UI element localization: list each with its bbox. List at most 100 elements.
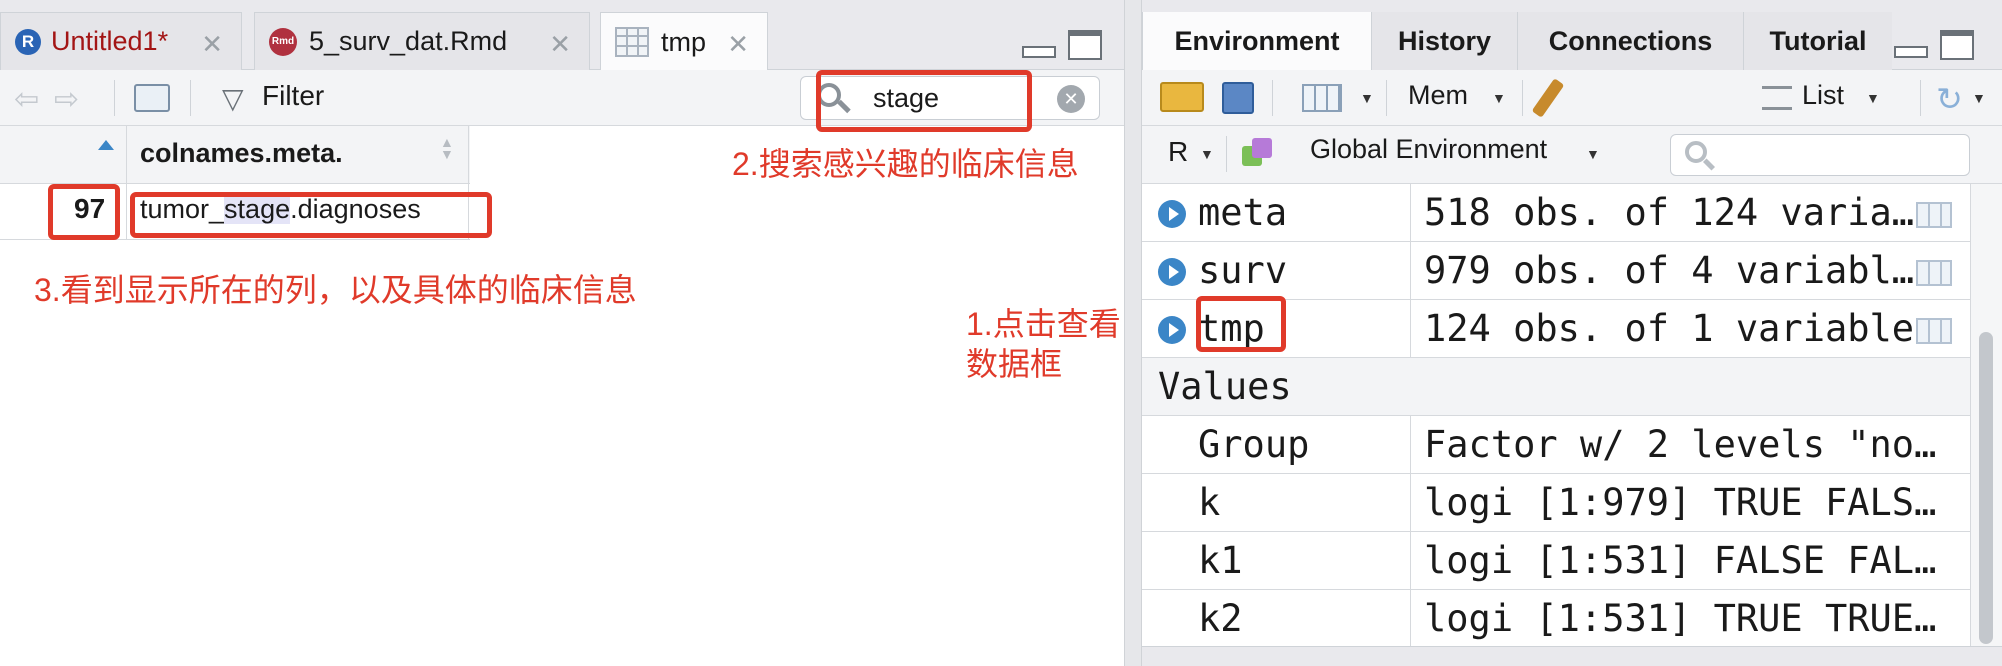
- annotation-box-cell-value: [130, 192, 492, 238]
- tab-5-surv-dat-rmd[interactable]: Rmd 5_surv_dat.Rmd ✕: [254, 12, 590, 70]
- annotation-box-tmp: [1196, 296, 1286, 352]
- annotation-step1-line2: 数据框: [966, 346, 1063, 382]
- table-icon: [615, 27, 649, 57]
- view-table-icon[interactable]: [1916, 260, 1952, 286]
- environment-data-row[interactable]: meta 518 obs. of 124 varia…: [1142, 184, 1970, 242]
- environment-value-row[interactable]: k1 logi [1:531] FALSE FAL…: [1142, 532, 1970, 590]
- environment-value-row[interactable]: k logi [1:979] TRUE FALS…: [1142, 474, 1970, 532]
- object-name: Group: [1198, 423, 1310, 466]
- environment-value-row[interactable]: k2 logi [1:531] TRUE TRUE…: [1142, 590, 1970, 648]
- list-view-icon[interactable]: [1762, 86, 1792, 110]
- column-separator: [468, 126, 469, 184]
- tab-label: tmp: [661, 26, 707, 57]
- save-icon[interactable]: [1222, 82, 1254, 114]
- tab-label: Environment: [1174, 25, 1340, 56]
- object-summary: logi [1:979] TRUE FALS…: [1424, 481, 1937, 524]
- import-dataset-icon[interactable]: [1302, 84, 1342, 112]
- values-section-header: Values: [1142, 358, 1970, 416]
- object-name[interactable]: meta: [1198, 191, 1287, 234]
- view-mode-label[interactable]: List: [1802, 80, 1844, 111]
- chevron-down-icon[interactable]: ▼: [1866, 90, 1880, 106]
- object-name: k: [1198, 481, 1221, 524]
- column-separator: [1410, 300, 1411, 358]
- forward-arrow-icon[interactable]: ⇨: [54, 82, 79, 117]
- column-separator: [1410, 474, 1411, 532]
- annotation-step2: 2.搜索感兴趣的临床信息: [732, 146, 1079, 182]
- tab-tutorial[interactable]: Tutorial: [1744, 12, 1892, 70]
- chevron-down-icon[interactable]: ▼: [1360, 90, 1374, 106]
- object-name[interactable]: surv: [1198, 249, 1287, 292]
- environment-icon: [1242, 138, 1274, 168]
- tab-label: History: [1397, 25, 1492, 56]
- show-in-window-icon[interactable]: [134, 84, 170, 112]
- toolbar-separator: [1522, 80, 1523, 116]
- filter-label[interactable]: Filter: [262, 80, 324, 112]
- tab-history[interactable]: History: [1372, 12, 1518, 70]
- scrollbar-thumb[interactable]: [1979, 332, 1993, 644]
- environment-value-row[interactable]: Group Factor w/ 2 levels "no…: [1142, 416, 1970, 474]
- open-folder-icon[interactable]: [1160, 82, 1204, 112]
- expand-arrow-icon[interactable]: [1158, 200, 1186, 228]
- refresh-icon[interactable]: ↻: [1936, 80, 1963, 118]
- maximize-pane-icon[interactable]: [1940, 30, 1974, 60]
- editor-tab-bar: R Untitled1* ✕ Rmd 5_surv_dat.Rmd ✕ tmp …: [0, 0, 1124, 71]
- chevron-down-icon[interactable]: ▼: [1586, 146, 1600, 162]
- back-arrow-icon[interactable]: ⇦: [14, 82, 39, 117]
- environment-selector[interactable]: Global Environment: [1310, 134, 1547, 165]
- environment-search-input[interactable]: [1670, 134, 1970, 176]
- grid-header-row: colnames.meta. ▲ ▼: [0, 126, 470, 184]
- toolbar-separator: [114, 80, 115, 116]
- sort-ascending-icon[interactable]: [98, 140, 114, 150]
- expand-arrow-icon[interactable]: [1158, 258, 1186, 286]
- column-header[interactable]: colnames.meta.: [140, 138, 343, 169]
- expand-arrow-icon[interactable]: [1158, 316, 1186, 344]
- tab-untitled1[interactable]: R Untitled1* ✕: [0, 12, 242, 70]
- close-icon[interactable]: ✕: [727, 29, 749, 60]
- tab-environment[interactable]: Environment: [1142, 12, 1372, 70]
- environment-toolbar: ▼ Mem ▼ List ▼ ↻ ▼: [1142, 70, 2002, 126]
- minimize-pane-icon[interactable]: [1894, 46, 1928, 58]
- annotation-step3: 3.看到显示所在的列，以及具体的临床信息: [34, 272, 637, 308]
- minimize-pane-icon[interactable]: [1022, 46, 1056, 58]
- scrollbar-track[interactable]: [1970, 184, 2002, 646]
- environment-pane: Environment History Connections Tutorial…: [1142, 0, 2002, 666]
- toolbar-separator: [1226, 136, 1227, 172]
- data-viewer-pane: R Untitled1* ✕ Rmd 5_surv_dat.Rmd ✕ tmp …: [0, 0, 1124, 666]
- object-summary: 518 obs. of 124 varia…: [1424, 191, 1915, 234]
- view-table-icon[interactable]: [1916, 318, 1952, 344]
- toolbar-separator: [1272, 80, 1273, 116]
- close-icon[interactable]: ✕: [549, 29, 571, 60]
- annotation-step1-line1: 1.点击查看: [966, 306, 1121, 342]
- r-file-icon: R: [15, 28, 41, 55]
- filter-icon[interactable]: ▽: [222, 82, 244, 115]
- tab-tmp[interactable]: tmp ✕: [600, 12, 768, 71]
- toolbar-separator: [190, 80, 191, 116]
- annotation-box-search: [816, 70, 1032, 132]
- view-table-icon[interactable]: [1916, 202, 1952, 228]
- chevron-down-icon[interactable]: ▼: [1492, 90, 1506, 106]
- column-separator: [126, 184, 127, 240]
- tab-label: Untitled1*: [51, 26, 169, 56]
- tab-label: Tutorial: [1769, 25, 1867, 56]
- memory-usage-label[interactable]: Mem: [1408, 80, 1468, 111]
- toolbar-separator: [1386, 80, 1387, 116]
- object-summary: logi [1:531] TRUE TRUE…: [1424, 597, 1937, 640]
- chevron-down-icon[interactable]: ▼: [1200, 146, 1214, 162]
- sort-toggle-icon[interactable]: ▲ ▼: [440, 135, 454, 161]
- close-icon[interactable]: ✕: [201, 29, 223, 60]
- chevron-down-icon[interactable]: ▼: [1972, 90, 1986, 106]
- column-separator: [126, 126, 127, 184]
- language-selector[interactable]: R: [1168, 136, 1188, 168]
- broom-clear-icon[interactable]: [1531, 78, 1565, 118]
- pane-splitter[interactable]: [1124, 0, 1142, 666]
- column-separator: [1410, 242, 1411, 300]
- clear-search-icon[interactable]: ✕: [1057, 85, 1085, 113]
- column-separator: [1410, 416, 1411, 474]
- maximize-pane-icon[interactable]: [1068, 30, 1102, 60]
- section-title: Values: [1158, 365, 1292, 408]
- object-summary: 979 obs. of 4 variabl…: [1424, 249, 1915, 292]
- environment-data-row[interactable]: surv 979 obs. of 4 variabl…: [1142, 242, 1970, 300]
- object-summary: logi [1:531] FALSE FAL…: [1424, 539, 1937, 582]
- column-separator: [1410, 532, 1411, 590]
- tab-connections[interactable]: Connections: [1518, 12, 1744, 70]
